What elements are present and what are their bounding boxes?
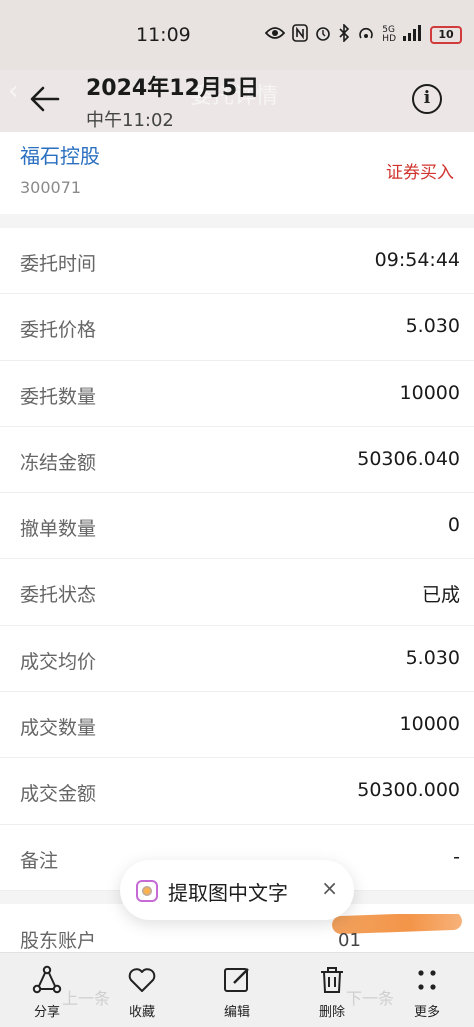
alarm-icon <box>315 24 331 46</box>
info-icon: i <box>423 88 431 108</box>
detail-row: 成交均价 5.030 <box>0 626 474 693</box>
tab-label: 删除 <box>318 1005 345 1020</box>
redacted-account-value: 01 <box>332 914 462 950</box>
ghost-back-chevron-icon: ‹ <box>8 76 19 106</box>
detail-row: 委托状态 已成 <box>0 559 474 626</box>
order-details-list: 委托时间 09:54:44 委托价格 5.030 委托数量 10000 冻结金额 503… <box>0 228 474 891</box>
order-type-badge: 证券买入 <box>386 163 454 183</box>
more-button[interactable]: 更多 <box>397 965 457 1020</box>
share-button[interactable]: 分享 <box>17 965 77 1020</box>
detail-row: 冻结金额 50306.040 <box>0 427 474 494</box>
signal-icon <box>403 25 423 45</box>
status-bar: 11:09 5G HD 10 <box>0 0 474 70</box>
more-icon <box>418 970 436 990</box>
detail-label: 备注 <box>20 849 59 872</box>
nfc-icon <box>292 24 309 46</box>
detail-row: 委托时间 09:54:44 <box>0 228 474 295</box>
delete-button[interactable]: 删除 <box>302 965 362 1020</box>
header: ‹ 委托详情 2024年12月5日 中午11:02 i <box>0 70 474 132</box>
detail-label: 撤单数量 <box>20 518 97 541</box>
hotspot-icon <box>357 24 375 46</box>
detail-value: - <box>453 845 460 868</box>
text-scan-icon <box>136 880 158 902</box>
detail-label: 冻结金额 <box>20 451 97 474</box>
detail-row: 成交金额 50300.000 <box>0 758 474 825</box>
network-type: 5G HD <box>382 25 396 44</box>
detail-value: 10000 <box>399 381 460 404</box>
trash-icon <box>321 967 343 993</box>
info-button[interactable]: i <box>412 84 442 114</box>
status-icons: 5G HD 10 <box>265 23 462 46</box>
detail-label: 委托价格 <box>20 319 97 342</box>
tab-label: 更多 <box>413 1005 440 1020</box>
stock-card: 福石控股 300071 证券买入 <box>0 132 474 214</box>
detail-row: 成交数量 10000 <box>0 692 474 759</box>
back-button[interactable] <box>28 82 68 116</box>
detail-value: 10000 <box>399 713 460 736</box>
edit-button[interactable]: 编辑 <box>207 965 267 1020</box>
detail-label: 委托时间 <box>20 253 97 275</box>
extract-text-pill[interactable]: 提取图中文字 × <box>120 860 354 920</box>
detail-value: 已成 <box>421 584 460 607</box>
detail-row: 委托数量 10000 <box>0 361 474 427</box>
detail-value: 50306.040 <box>357 447 460 470</box>
detail-value: 5.030 <box>405 315 460 338</box>
detail-label: 成交均价 <box>20 650 97 673</box>
tab-label: 分享 <box>33 1005 60 1020</box>
tab-label: 收藏 <box>128 1005 155 1020</box>
photo-time: 中午11:02 <box>86 110 174 131</box>
detail-label: 委托状态 <box>20 584 97 607</box>
stock-name[interactable]: 福石控股 <box>20 140 100 169</box>
close-icon[interactable]: × <box>321 876 338 900</box>
detail-row: 委托价格 5.030 <box>0 294 474 361</box>
bottom-action-bar: 上一条 下一条 分享 收藏 编辑 删除 更多 <box>0 952 474 1027</box>
account-label: 股东账户 <box>20 930 97 952</box>
detail-value: 50300.000 <box>357 779 460 802</box>
eye-icon <box>265 26 286 44</box>
detail-row: 撤单数量 0 <box>0 493 474 560</box>
detail-label: 成交金额 <box>20 783 97 806</box>
bluetooth-icon <box>338 23 350 46</box>
detail-value: 5.030 <box>405 646 460 669</box>
share-icon <box>32 965 62 994</box>
battery-icon: 10 <box>430 26 462 44</box>
arrow-left-icon <box>30 86 60 112</box>
heart-icon <box>128 968 156 992</box>
favorite-button[interactable]: 收藏 <box>112 965 172 1020</box>
edit-icon <box>224 968 249 992</box>
detail-label: 委托数量 <box>20 385 97 408</box>
tab-label: 编辑 <box>223 1005 250 1020</box>
stock-code: 300071 <box>20 178 82 197</box>
photo-date: 2024年12月5日 <box>86 76 260 101</box>
detail-value: 09:54:44 <box>374 249 460 271</box>
account-value-partial: 01 <box>338 930 361 950</box>
detail-value: 0 <box>447 514 460 537</box>
extract-text-label: 提取图中文字 <box>168 881 288 905</box>
status-time: 11:09 <box>136 24 191 46</box>
detail-label: 成交数量 <box>20 717 97 740</box>
